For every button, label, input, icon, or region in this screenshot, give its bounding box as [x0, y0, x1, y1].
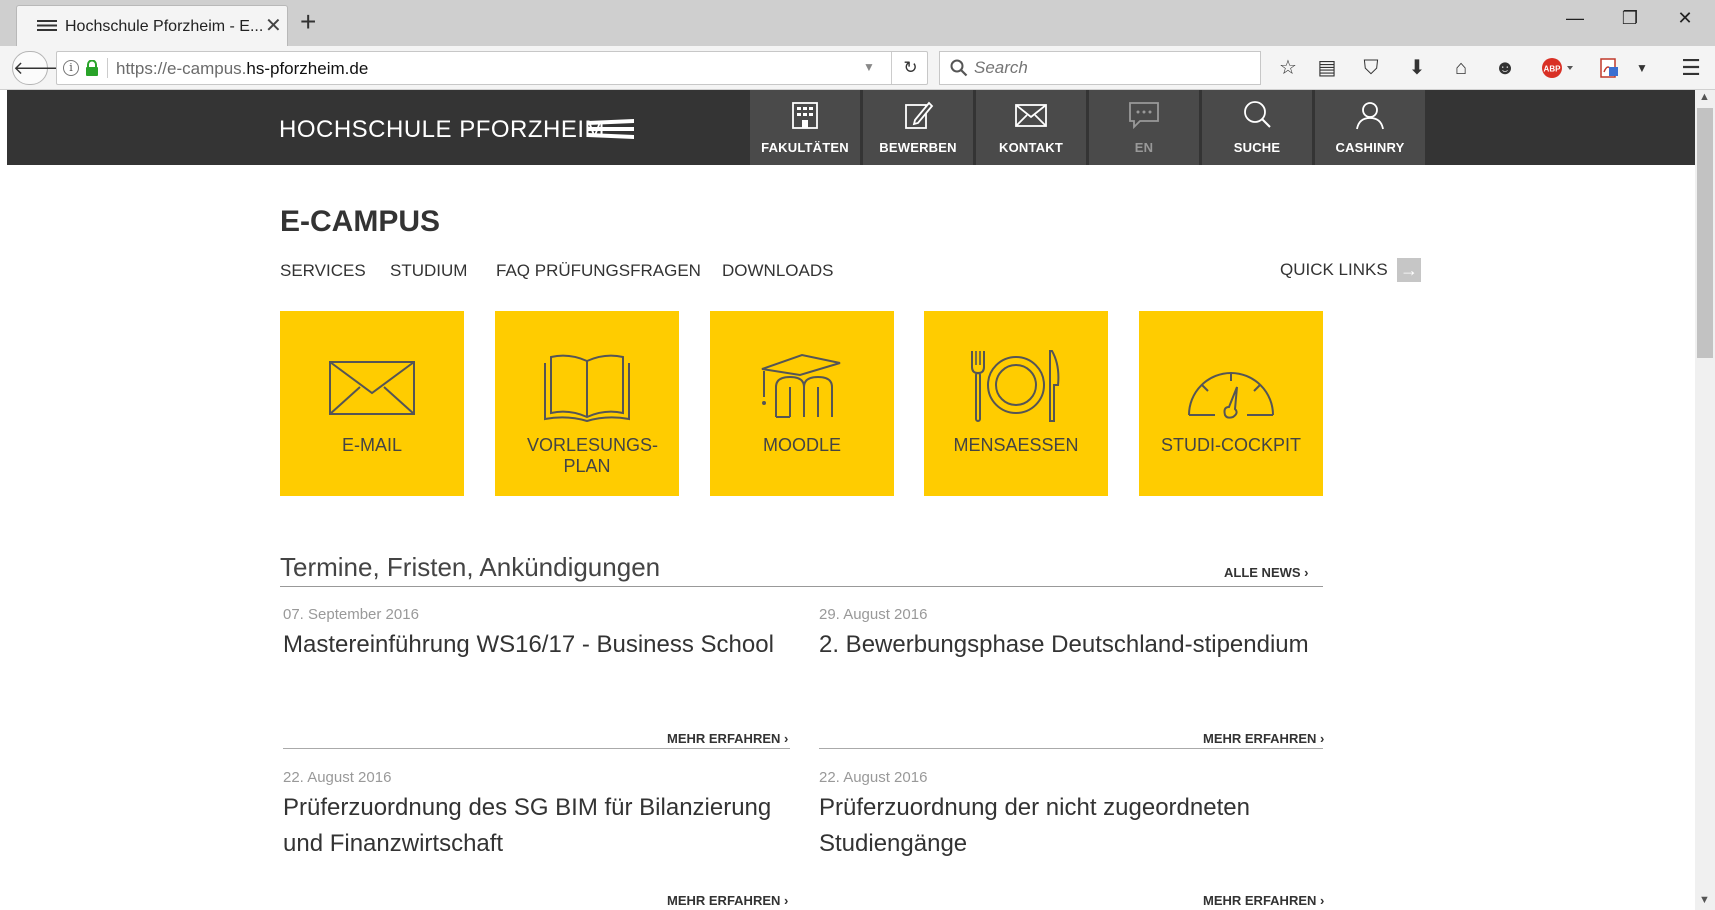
site-logo-icon[interactable] — [588, 119, 634, 139]
nav-suche[interactable]: SUCHE — [1202, 90, 1312, 165]
download-icon[interactable]: ⬇ — [1404, 56, 1430, 80]
scroll-up-icon[interactable]: ▲ — [1699, 91, 1710, 103]
tile-label: MENSAESSEN — [953, 435, 1079, 455]
chat-emoji-icon[interactable]: ☻ — [1492, 56, 1518, 80]
address-separator — [107, 58, 108, 78]
search-icon — [950, 59, 968, 77]
address-bar[interactable]: i https://e-campus.hs-pforzheim.de ▼ ↻ — [56, 51, 928, 85]
new-tab-button[interactable]: + — [300, 6, 316, 38]
subnav-studium[interactable]: STUDIUM — [390, 261, 467, 281]
subnav-downloads[interactable]: DOWNLOADS — [722, 261, 833, 281]
window-minimize-button[interactable]: — — [1555, 8, 1595, 36]
reader-list-icon[interactable]: ▤ — [1314, 56, 1340, 80]
tab-close-icon[interactable]: ✕ — [265, 13, 282, 38]
tile-label: VORLESUNGS-PLAN — [527, 435, 659, 476]
news-title[interactable]: 2. Bewerbungsphase Deutschland-stipendiu… — [819, 627, 1329, 663]
home-icon[interactable]: ⌂ — [1448, 56, 1474, 80]
site-logo-text[interactable]: HOCHSCHULE PFORZHEIM — [279, 116, 605, 144]
window-close-button[interactable]: ✕ — [1665, 8, 1705, 36]
moodle-icon — [761, 353, 841, 418]
nav-language-en[interactable]: EN — [1089, 90, 1199, 165]
tile-moodle[interactable]: MOODLE — [710, 311, 894, 496]
quick-links-link[interactable]: QUICK LINKS — [1280, 260, 1388, 280]
nav-label: KONTAKT — [999, 140, 1063, 155]
bookmark-star-icon[interactable]: ☆ — [1275, 56, 1301, 80]
tile-mensaessen[interactable]: MENSAESSEN — [924, 311, 1108, 496]
edit-icon — [905, 101, 934, 129]
reload-icon[interactable]: ↻ — [891, 52, 929, 84]
page-title: E-CAMPUS — [280, 205, 441, 238]
tile-label: MOODLE — [762, 435, 841, 455]
all-news-link[interactable]: ALLE NEWS › — [1224, 565, 1309, 580]
book-icon — [544, 354, 630, 423]
browser-search-box[interactable] — [939, 51, 1261, 85]
browser-tab[interactable]: Hochschule Pforzheim - E... ✕ — [16, 5, 288, 46]
lock-icon — [86, 60, 98, 76]
news-heading-divider — [280, 586, 1323, 587]
browser-navigation-bar: 🡐 i https://e-campus.hs-pforzheim.de ▼ ↻… — [0, 46, 1715, 90]
building-icon — [792, 102, 818, 129]
tile-label: STUDI-COCKPIT — [1160, 435, 1301, 455]
news-divider — [283, 748, 790, 749]
news-date: 29. August 2016 — [819, 606, 928, 623]
tile-vorlesungsplan[interactable]: VORLESUNGS-PLAN — [495, 311, 679, 496]
nav-label: EN — [1134, 140, 1154, 155]
tab-title: Hochschule Pforzheim - E... — [65, 18, 264, 35]
news-date: 22. August 2016 — [819, 769, 928, 786]
nav-label: BEWERBEN — [879, 140, 957, 155]
news-more-link[interactable]: MEHR ERFAHREN › — [1203, 731, 1324, 746]
news-section-heading: Termine, Fristen, Ankündigungen — [280, 552, 661, 582]
site-info-icon[interactable]: i — [63, 60, 79, 76]
nav-kontakt[interactable]: KONTAKT — [976, 90, 1086, 165]
window-restore-button[interactable]: ❐ — [1610, 8, 1650, 36]
pdf-tool-icon[interactable] — [1598, 56, 1628, 80]
url-history-dropdown-icon[interactable]: ▼ — [863, 60, 875, 74]
site-favicon-icon — [37, 20, 57, 31]
nav-fakultaeten[interactable]: FAKULTÄTEN — [750, 90, 860, 165]
tile-label: E-MAIL — [341, 435, 402, 455]
search-icon — [1244, 101, 1271, 128]
news-more-link[interactable]: MEHR ERFAHREN › — [667, 731, 788, 746]
back-arrow-icon[interactable]: 🡐 — [12, 51, 61, 85]
nav-label: SUCHE — [1233, 140, 1281, 155]
chat-icon — [1129, 102, 1159, 130]
nav-user-account[interactable]: CASHINRY — [1315, 90, 1425, 165]
news-title[interactable]: Mastereinführung WS16/17 - Business Scho… — [283, 627, 793, 663]
user-icon — [1356, 102, 1384, 130]
nav-bewerben[interactable]: BEWERBEN — [863, 90, 973, 165]
svg-text:ABP: ABP — [1544, 65, 1562, 74]
scroll-down-icon[interactable]: ▼ — [1699, 894, 1710, 906]
news-more-link[interactable]: MEHR ERFAHREN › — [667, 893, 788, 908]
scrollbar-thumb[interactable] — [1697, 108, 1713, 358]
mail-icon — [1015, 104, 1047, 127]
news-date: 22. August 2016 — [283, 769, 392, 786]
news-divider — [819, 748, 1323, 749]
subnav-services[interactable]: SERVICES — [280, 261, 366, 281]
speedometer-icon — [1188, 372, 1274, 419]
tile-studi-cockpit[interactable]: STUDI-COCKPIT — [1139, 311, 1323, 496]
news-title[interactable]: Prüferzuordnung des SG BIM für Bilanzier… — [283, 790, 793, 862]
envelope-icon — [329, 361, 415, 415]
nav-label: FAKULTÄTEN — [761, 140, 849, 155]
browser-tab-bar: Hochschule Pforzheim - E... ✕ + — ❐ ✕ — [0, 0, 1715, 46]
site-header: HOCHSCHULE PFORZHEIM FAKULTÄTEN BEWERBEN… — [7, 90, 1695, 165]
news-date: 07. September 2016 — [283, 606, 419, 623]
hamburger-menu-icon[interactable]: ☰ — [1678, 56, 1704, 80]
search-input[interactable] — [974, 56, 1254, 80]
news-title[interactable]: Prüferzuordnung der nicht zugeordneten S… — [819, 790, 1329, 862]
subnav-faq[interactable]: FAQ PRÜFUNGSFRAGEN — [496, 261, 701, 281]
pocket-icon[interactable]: ⛉ — [1358, 56, 1384, 80]
adblock-icon[interactable]: ABP — [1540, 56, 1576, 80]
plate-cutlery-icon — [971, 350, 1060, 422]
toolbar-dropdown-icon[interactable]: ▼ — [1629, 56, 1655, 80]
nav-label: CASHINRY — [1335, 140, 1405, 155]
tile-email[interactable]: E-MAIL — [280, 311, 464, 496]
arrow-right-icon[interactable]: → — [1397, 258, 1421, 282]
news-more-link[interactable]: MEHR ERFAHREN › — [1203, 893, 1324, 908]
url-text[interactable]: https://e-campus.hs-pforzheim.de — [116, 59, 368, 79]
